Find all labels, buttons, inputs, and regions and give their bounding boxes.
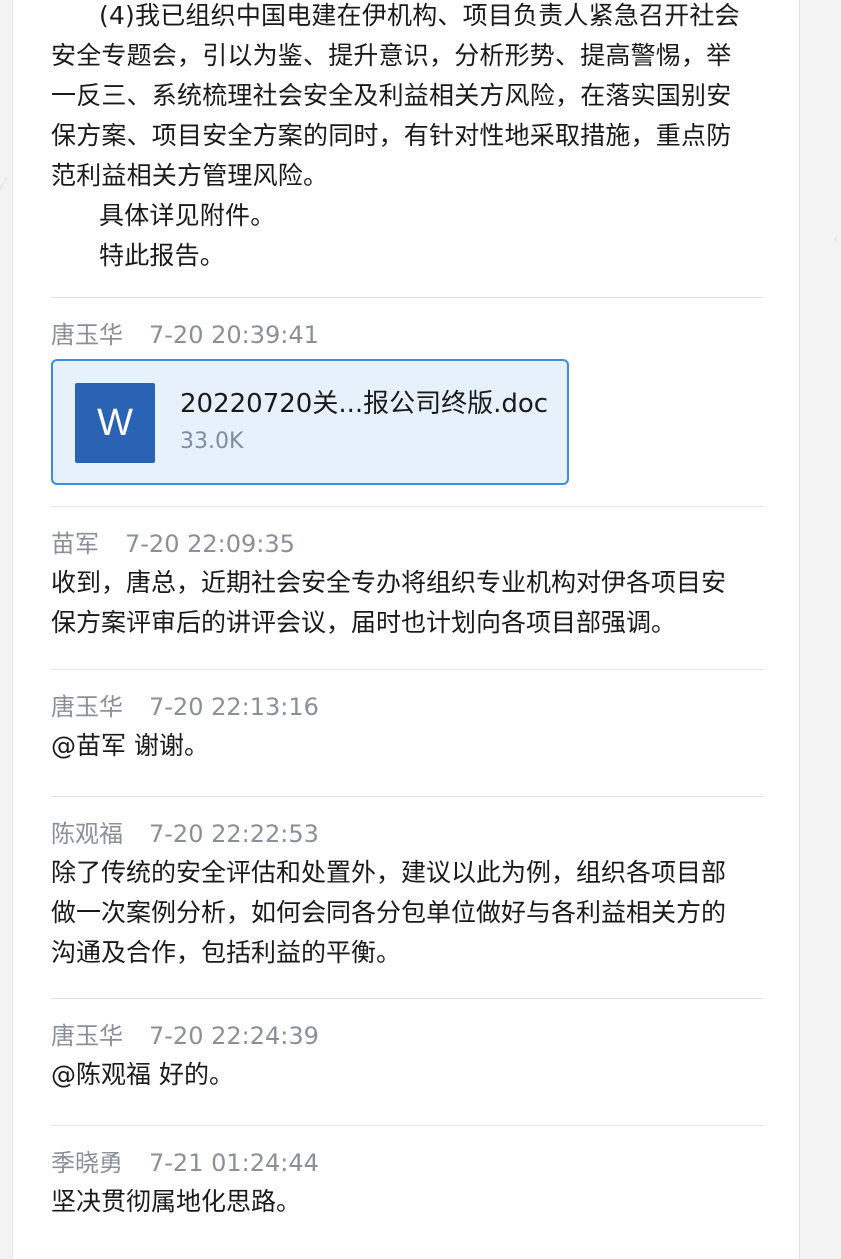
report-line: 范利益相关方管理风险。	[51, 161, 329, 190]
report-line: 保方案、项目安全方案的同时，有针对性地采取措施，重点防	[51, 121, 732, 150]
message-item: 陈观福 7-20 22:22:53 除了传统的安全评估和处置外，建议以此为例，组织…	[51, 797, 763, 973]
file-name: 20220720关...报公司终版.doc	[180, 389, 549, 419]
message-meta: 唐玉华 7-20 22:24:39	[51, 1017, 763, 1055]
message-time: 7-21 01:24:44	[149, 1149, 319, 1177]
message-sender[interactable]: 唐玉华	[51, 1017, 123, 1055]
message-line: 收到，唐总，近期社会安全专办将组织专业机构对伊各项目安	[51, 568, 727, 597]
report-text: (4)我已组织中国电建在伊机构、项目负责人紧急召开社会 安全专题会，引以为鉴、提…	[51, 0, 763, 276]
report-attachment-note: 具体详见附件。	[99, 201, 276, 230]
message-time: 7-20 22:22:53	[149, 820, 319, 848]
message-line: @苗军 谢谢。	[51, 731, 209, 760]
report-line: 安全专题会，引以为鉴、提升意识，分析形势、提高警惕，举	[51, 41, 732, 70]
message-item: 唐玉华 7-20 22:13:16 @苗军 谢谢。	[51, 670, 763, 766]
message-line: 沟通及合作，包括利益的平衡。	[51, 938, 402, 967]
message-line: 坚决贯彻属地化思路。	[51, 1187, 302, 1216]
message-line: 除了传统的安全评估和处置外，建议以此为例，组织各项目部	[51, 858, 727, 887]
file-attachment-card[interactable]: W 20220720关...报公司终版.doc 33.0K	[51, 359, 569, 485]
chat-panel: (4)我已组织中国电建在伊机构、项目负责人紧急召开社会 安全专题会，引以为鉴、提…	[12, 0, 800, 1259]
message-line: 保方案评审后的讲评会议，届时也计划向各项目部强调。	[51, 608, 677, 637]
report-line: 一反三、系统梳理社会安全及利益相关方风险，在落实国别安	[51, 81, 732, 110]
message-sender[interactable]: 陈观福	[51, 815, 123, 853]
message-item: 苗军 7-20 22:09:35 收到，唐总，近期社会安全专办将组织专业机构对伊各…	[51, 507, 763, 643]
file-size: 33.0K	[180, 429, 244, 454]
message-sender[interactable]: 苗军	[51, 525, 99, 563]
message-time: 7-20 22:24:39	[149, 1022, 319, 1050]
message-line: 做一次案例分析，如何会同各分包单位做好与各利益相关方的	[51, 898, 727, 927]
message-item: 唐玉华 7-20 22:24:39 @陈观福 好的。	[51, 999, 763, 1095]
message-meta: 苗军 7-20 22:09:35	[51, 525, 763, 563]
message-meta: 陈观福 7-20 22:22:53	[51, 815, 763, 853]
watermark-mark: ·	[832, 228, 839, 253]
message-meta: 唐玉华 7-20 20:39:41	[51, 316, 763, 354]
message-time: 7-20 22:09:35	[125, 530, 295, 558]
report-line: (4)我已组织中国电建在伊机构、项目负责人紧急召开社会	[99, 1, 740, 30]
message-time: 7-20 22:13:16	[149, 693, 319, 721]
message-meta: 唐玉华 7-20 22:13:16	[51, 688, 763, 726]
message-time: 7-20 20:39:41	[149, 321, 319, 349]
report-closing: 特此报告。	[99, 241, 226, 270]
message-item: 季晓勇 7-21 01:24:44 坚决贯彻属地化思路。	[51, 1126, 763, 1222]
message-sender[interactable]: 唐玉华	[51, 688, 123, 726]
message-meta: 季晓勇 7-21 01:24:44	[51, 1144, 763, 1182]
message-sender[interactable]: 唐玉华	[51, 316, 123, 354]
watermark-mark: ⁄	[0, 175, 4, 200]
message-line: @陈观福 好的。	[51, 1060, 234, 1089]
chat-content: (4)我已组织中国电建在伊机构、项目负责人紧急召开社会 安全专题会，引以为鉴、提…	[51, 0, 763, 1222]
message-item: 唐玉华 7-20 20:39:41 W 20220720关...报公司终版.doc…	[51, 298, 763, 485]
word-doc-icon: W	[75, 383, 155, 463]
message-sender[interactable]: 季晓勇	[51, 1144, 123, 1182]
